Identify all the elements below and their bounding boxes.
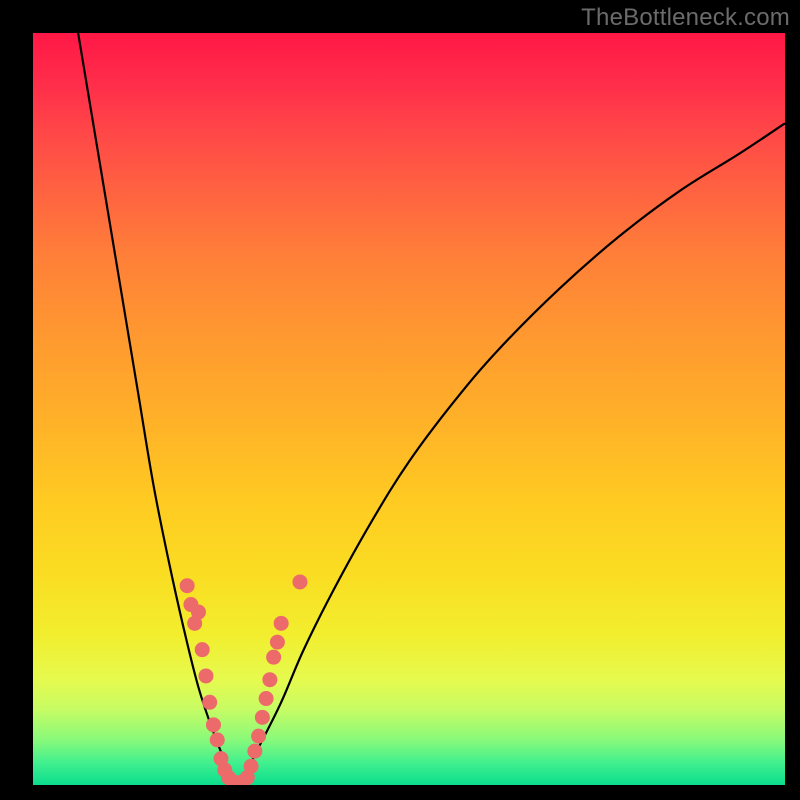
data-point (292, 574, 307, 589)
data-point (270, 635, 285, 650)
data-point (191, 605, 206, 620)
data-point (266, 650, 281, 665)
data-point (210, 732, 225, 747)
data-point (195, 642, 210, 657)
watermark-text: TheBottleneck.com (581, 4, 790, 32)
data-point (247, 744, 262, 759)
chart-frame: TheBottleneck.com (0, 0, 800, 800)
data-point (202, 695, 217, 710)
data-markers (180, 574, 308, 785)
data-point (206, 717, 221, 732)
plot-area (33, 33, 785, 785)
curve-svg (33, 33, 785, 785)
data-point (274, 616, 289, 631)
data-point (251, 729, 266, 744)
curve-right-path (236, 123, 785, 785)
data-point (255, 710, 270, 725)
data-point (259, 691, 274, 706)
data-point (244, 759, 259, 774)
data-point (262, 672, 277, 687)
data-point (198, 668, 213, 683)
bottleneck-curve (78, 33, 785, 785)
data-point (180, 578, 195, 593)
